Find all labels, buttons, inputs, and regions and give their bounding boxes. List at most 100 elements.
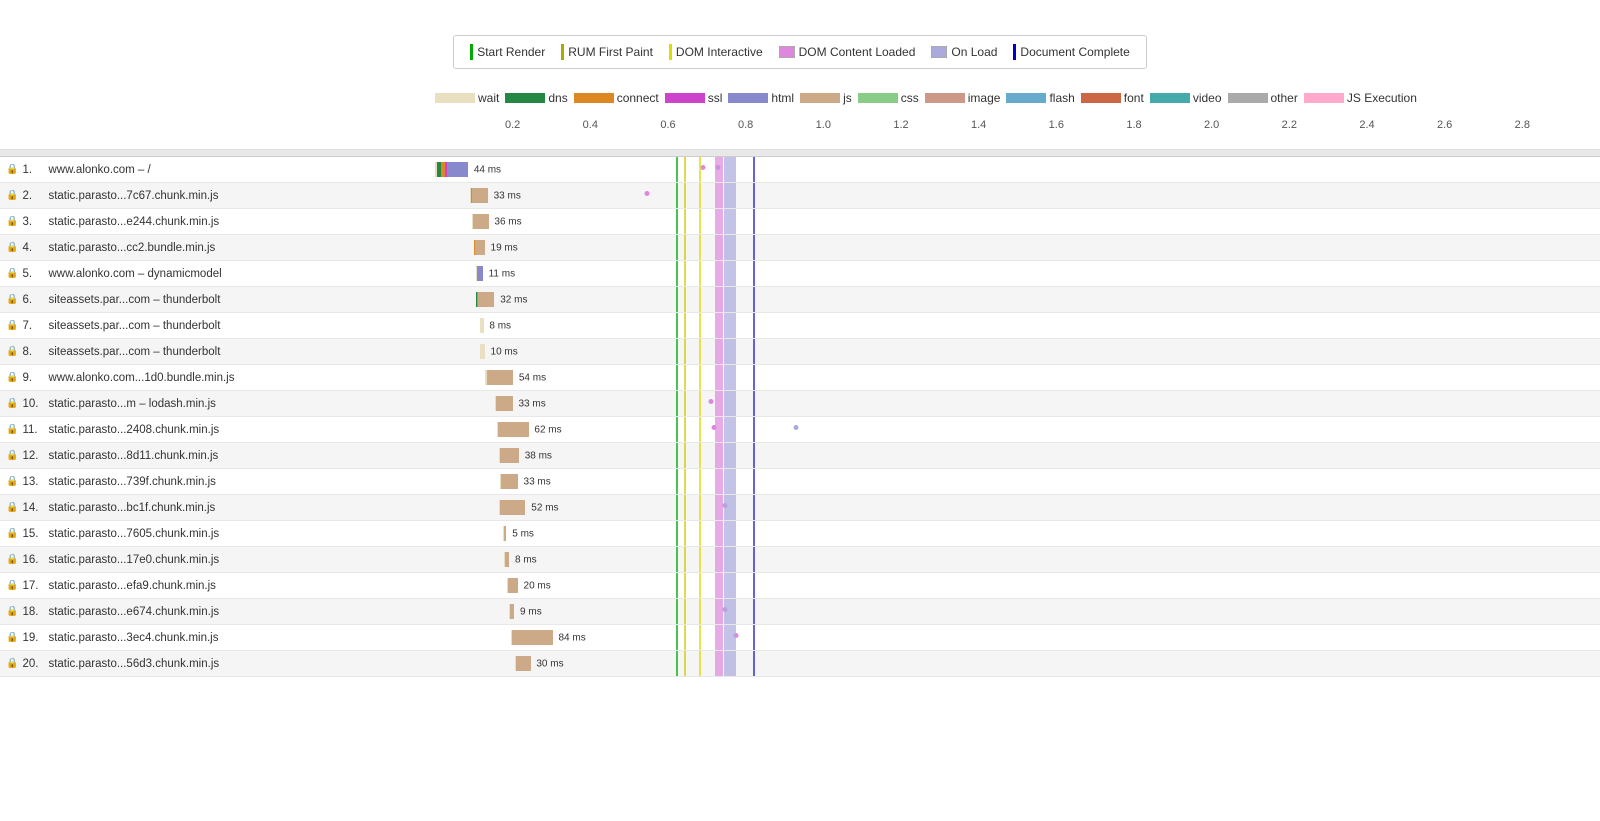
request-name: 🔒4.static.parasto...cc2.bundle.min.js xyxy=(0,242,435,254)
request-bar-area: 20 ms xyxy=(435,573,1600,598)
marker-line-document-complete xyxy=(753,495,755,520)
request-bar-area: 32 ms xyxy=(435,287,1600,312)
table-row: 🔒8.siteassets.par...com – thunderbolt10 … xyxy=(0,339,1600,365)
bar-segment xyxy=(512,630,553,645)
resource-type-css: css xyxy=(858,91,919,105)
marker-line-document-complete xyxy=(753,443,755,468)
marker-line-dom-content-loaded-start xyxy=(715,209,723,234)
marker-line-dom-interactive xyxy=(699,183,701,208)
marker-line-dom-content-loaded-start xyxy=(715,443,723,468)
marker-line-rum-first-paint xyxy=(684,209,686,234)
table-row: 🔒9.www.alonko.com...1d0.bundle.min.js 54 … xyxy=(0,365,1600,391)
marker-line-start-render xyxy=(676,287,678,312)
table-row: 🔒4.static.parasto...cc2.bundle.min.js 19 … xyxy=(0,235,1600,261)
timing-dot xyxy=(709,399,714,404)
marker-line-dom-content-loaded-start xyxy=(715,625,723,650)
marker-line-dom-content-loaded-start xyxy=(715,469,723,494)
resource-type-html: html xyxy=(728,91,794,105)
marker-line-start-render xyxy=(676,625,678,650)
marker-line-on-load-start xyxy=(724,313,736,338)
duration-label: 20 ms xyxy=(524,580,551,591)
marker-line-start-render xyxy=(676,469,678,494)
marker-line-start-render xyxy=(676,495,678,520)
request-bar-area: 9 ms xyxy=(435,599,1600,624)
marker-line-rum-first-paint xyxy=(684,157,686,182)
request-bar-area: 5 ms xyxy=(435,521,1600,546)
marker-line-dom-interactive xyxy=(699,547,701,572)
table-row: 🔒16.static.parasto...17e0.chunk.min.js8 … xyxy=(0,547,1600,573)
request-name: 🔒12.static.parasto...8d11.chunk.min.js xyxy=(0,450,435,462)
column-timing: 0.20.40.60.81.01.21.41.61.82.02.22.42.62… xyxy=(435,115,1600,145)
marker-line-on-load-start xyxy=(724,339,736,364)
request-bar-area: 30 ms xyxy=(435,651,1600,676)
marker-line-dom-interactive xyxy=(699,287,701,312)
duration-label: 32 ms xyxy=(500,294,527,305)
table-row: 🔒3.static.parasto...e244.chunk.min.js36 … xyxy=(0,209,1600,235)
table-row: 🔒5.www.alonko.com – dynamicmodel11 ms xyxy=(0,261,1600,287)
bar-segment xyxy=(478,292,494,307)
marker-line-on-load-start xyxy=(724,391,736,416)
lock-icon: 🔒 xyxy=(6,528,18,539)
lock-icon: 🔒 xyxy=(6,216,18,227)
request-name: 🔒19.static.parasto...3ec4.chunk.min.js xyxy=(0,632,435,644)
marker-line-document-complete xyxy=(753,573,755,598)
marker-line-document-complete xyxy=(753,417,755,442)
marker-line-start-render xyxy=(676,391,678,416)
table-row: 🔒20.static.parasto...56d3.chunk.min.js30… xyxy=(0,651,1600,677)
marker-line-document-complete xyxy=(753,625,755,650)
marker-line-on-load-start xyxy=(724,599,736,624)
marker-line-rum-first-paint xyxy=(684,261,686,286)
duration-label: 54 ms xyxy=(519,372,546,383)
marker-line-on-load-start xyxy=(724,157,736,182)
duration-label: 36 ms xyxy=(494,216,521,227)
duration-label: 11 ms xyxy=(489,268,516,279)
timing-dot xyxy=(644,191,649,196)
marker-line-dom-interactive xyxy=(699,521,701,546)
legend-item-dom-interactive: DOM Interactive xyxy=(669,44,763,60)
request-name: 🔒18.static.parasto...e674.chunk.min.js xyxy=(0,606,435,618)
marker-line-on-load-start xyxy=(724,183,736,208)
request-name: 🔒9.www.alonko.com...1d0.bundle.min.js xyxy=(0,372,435,384)
marker-line-document-complete xyxy=(753,547,755,572)
marker-line-rum-first-paint xyxy=(684,443,686,468)
marker-line-dom-interactive xyxy=(699,495,701,520)
marker-line-start-render xyxy=(676,417,678,442)
request-bar-area: 84 ms xyxy=(435,625,1600,650)
request-bar-area: 33 ms xyxy=(435,391,1600,416)
marker-line-document-complete xyxy=(753,365,755,390)
bar-segment xyxy=(475,240,485,255)
bar-segment xyxy=(510,604,514,619)
tick-1.6: 1.6 xyxy=(1049,119,1064,131)
resource-type-ssl: ssl xyxy=(665,91,723,105)
request-name: 🔒7.siteassets.par...com – thunderbolt xyxy=(0,320,435,332)
marker-line-start-render xyxy=(676,573,678,598)
marker-line-on-load-start xyxy=(724,651,736,676)
bar-segment xyxy=(498,422,528,437)
marker-line-rum-first-paint xyxy=(684,651,686,676)
column-headers: 0.20.40.60.81.01.21.41.61.82.02.22.42.62… xyxy=(0,111,1600,150)
legend-item-dom-content-loaded: DOM Content Loaded xyxy=(779,45,916,59)
marker-line-dom-content-loaded-start xyxy=(715,313,723,338)
duration-label: 33 ms xyxy=(524,476,551,487)
resource-type-flash: flash xyxy=(1006,91,1074,105)
table-row: 🔒13.static.parasto...739f.chunk.min.js33… xyxy=(0,469,1600,495)
resource-type-dns: dns xyxy=(505,91,567,105)
marker-line-dom-interactive xyxy=(699,235,701,260)
request-name: 🔒2.static.parasto...7c67.chunk.min.js xyxy=(0,190,435,202)
legend-item-start-render: Start Render xyxy=(470,44,545,60)
marker-line-document-complete xyxy=(753,391,755,416)
bar-segment xyxy=(487,370,513,385)
lock-icon: 🔒 xyxy=(6,658,18,669)
marker-line-rum-first-paint xyxy=(684,521,686,546)
request-name: 🔒17.static.parasto...efa9.chunk.min.js xyxy=(0,580,435,592)
marker-line-document-complete xyxy=(753,209,755,234)
marker-line-dom-content-loaded-start xyxy=(715,235,723,260)
duration-label: 19 ms xyxy=(491,242,518,253)
bar-segment xyxy=(480,344,485,359)
marker-line-dom-content-loaded-start xyxy=(715,261,723,286)
bar-segment xyxy=(496,396,512,411)
marker-line-dom-content-loaded-start xyxy=(715,573,723,598)
lock-icon: 🔒 xyxy=(6,164,18,175)
bar-segment xyxy=(447,162,468,177)
marker-line-document-complete xyxy=(753,287,755,312)
